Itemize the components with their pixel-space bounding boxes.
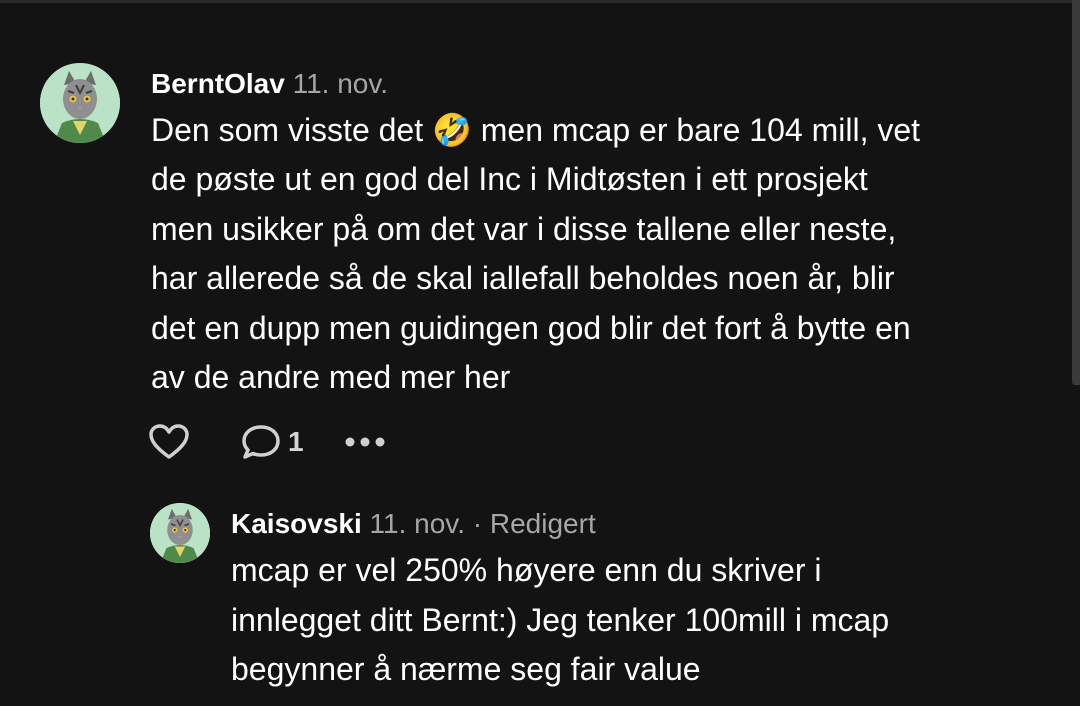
comment-line: av de andre med mer her	[151, 359, 511, 396]
user-avatar[interactable]	[40, 63, 120, 143]
comment-line: begynner å nærme seg fair value	[231, 651, 701, 687]
reply-count: 1	[288, 426, 304, 457]
comment-line: de pøste ut en god del Inc i Midtøsten i…	[151, 161, 868, 198]
comment-line: men usikker på om det var i disse tallen…	[151, 210, 897, 247]
timestamp[interactable]: 11. nov.	[293, 68, 388, 99]
like-button[interactable]	[148, 423, 192, 461]
reply-button[interactable]: 1	[240, 423, 304, 461]
comment-line: mcap er vel 250% høyere enn du skriver i	[231, 552, 822, 588]
comment-line: innlegget ditt Bernt:) Jeg tenker 100mil…	[231, 601, 890, 638]
cat-avatar-icon	[150, 503, 210, 563]
scrollbar[interactable]	[1072, 0, 1080, 385]
comment-actions: 1	[148, 420, 386, 464]
comment-bubble-icon	[242, 425, 280, 459]
comment-line: har allerede så de skal iallefall behold…	[151, 260, 895, 297]
cat-avatar-icon	[40, 63, 120, 143]
heart-icon	[149, 424, 189, 459]
author-name[interactable]: Kaisovski	[231, 508, 362, 539]
comment-meta: BerntOlav 11. nov.	[151, 66, 388, 102]
more-options-button[interactable]	[344, 436, 386, 448]
comment-body: Den som visste det 🤣 men mcap er bare 10…	[151, 106, 920, 402]
author-name[interactable]: BerntOlav	[151, 68, 285, 99]
top-divider	[0, 0, 1080, 3]
comment-line: Den som visste det 🤣 men mcap er bare 10…	[151, 112, 921, 148]
user-avatar[interactable]	[150, 503, 210, 563]
more-dots-icon	[345, 437, 385, 447]
comment-line: det en dupp men guidingen god blir det f…	[151, 309, 911, 346]
comment-body: mcap er vel 250% høyere enn du skriver i…	[231, 546, 889, 695]
timestamp[interactable]: 11. nov. · Redigert	[370, 508, 596, 539]
comment-meta: Kaisovski 11. nov. · Redigert	[231, 506, 596, 542]
